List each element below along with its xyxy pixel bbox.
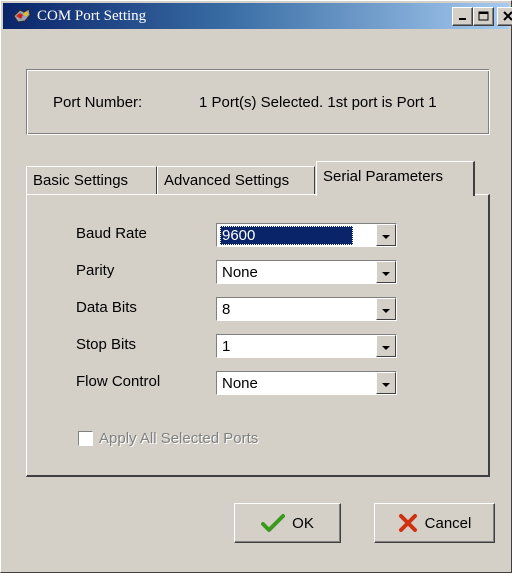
parity-label: Parity: [76, 262, 115, 279]
stop-bits-dropdown-button[interactable]: [376, 335, 396, 357]
window-title: COM Port Setting: [37, 7, 147, 24]
maximize-icon: [478, 8, 489, 25]
parity-dropdown-button[interactable]: [376, 261, 396, 283]
tab-advanced-settings[interactable]: Advanced Settings: [157, 166, 315, 195]
close-button[interactable]: [497, 7, 512, 26]
apply-all-checkbox[interactable]: [78, 431, 93, 446]
x-icon: [398, 513, 418, 533]
maximize-button[interactable]: [473, 7, 494, 26]
apply-all-selected-ports[interactable]: Apply All Selected Ports: [78, 430, 258, 447]
baud-rate-dropdown-button[interactable]: [376, 224, 396, 246]
data-bits-dropdown-button[interactable]: [376, 298, 396, 320]
chevron-down-icon: [382, 227, 390, 244]
chevron-down-icon: [382, 301, 390, 318]
ok-button[interactable]: OK: [234, 503, 341, 543]
com-port-setting-window: COM Port Setting Port Number: 1 Port(s) …: [0, 0, 512, 573]
port-number-value: 1 Port(s) Selected. 1st port is Port 1: [199, 94, 437, 111]
tab-serial-parameters[interactable]: Serial Parameters: [316, 161, 475, 196]
checkmark-icon: [261, 513, 286, 533]
cancel-button[interactable]: Cancel: [374, 503, 495, 543]
flow-control-select[interactable]: None: [216, 371, 397, 395]
chevron-down-icon: [382, 375, 390, 392]
baud-rate-select[interactable]: 9600: [216, 223, 397, 247]
flow-control-label: Flow Control: [76, 373, 161, 390]
parity-value: None: [222, 264, 258, 281]
data-bits-select[interactable]: 8: [216, 297, 397, 321]
stop-bits-select[interactable]: 1: [216, 334, 397, 358]
port-number-label: Port Number:: [53, 94, 143, 111]
data-bits-value: 8: [222, 301, 231, 318]
chevron-down-icon: [382, 264, 390, 281]
tab-basic-settings[interactable]: Basic Settings: [26, 166, 157, 195]
data-bits-label: Data Bits: [76, 299, 137, 316]
serial-parameters-panel: Baud Rate 9600 Parity None Data Bits 8 S…: [26, 194, 490, 477]
cancel-label: Cancel: [424, 514, 472, 532]
baud-rate-label: Baud Rate: [76, 225, 147, 242]
close-icon: [502, 8, 512, 25]
parity-select[interactable]: None: [216, 260, 397, 284]
minimize-button[interactable]: [452, 7, 473, 26]
apply-all-label: Apply All Selected Ports: [99, 430, 259, 447]
baud-rate-value: 9600: [220, 226, 353, 245]
stop-bits-label: Stop Bits: [76, 336, 137, 353]
ok-label: OK: [292, 514, 314, 532]
flow-control-value: None: [222, 375, 258, 392]
com-port-icon: [11, 5, 33, 27]
port-number-panel: Port Number: 1 Port(s) Selected. 1st por…: [26, 69, 490, 135]
stop-bits-value: 1: [222, 338, 231, 355]
minimize-icon: [458, 8, 468, 25]
flow-control-dropdown-button[interactable]: [376, 372, 396, 394]
chevron-down-icon: [382, 338, 390, 355]
title-bar[interactable]: COM Port Setting: [3, 3, 512, 29]
